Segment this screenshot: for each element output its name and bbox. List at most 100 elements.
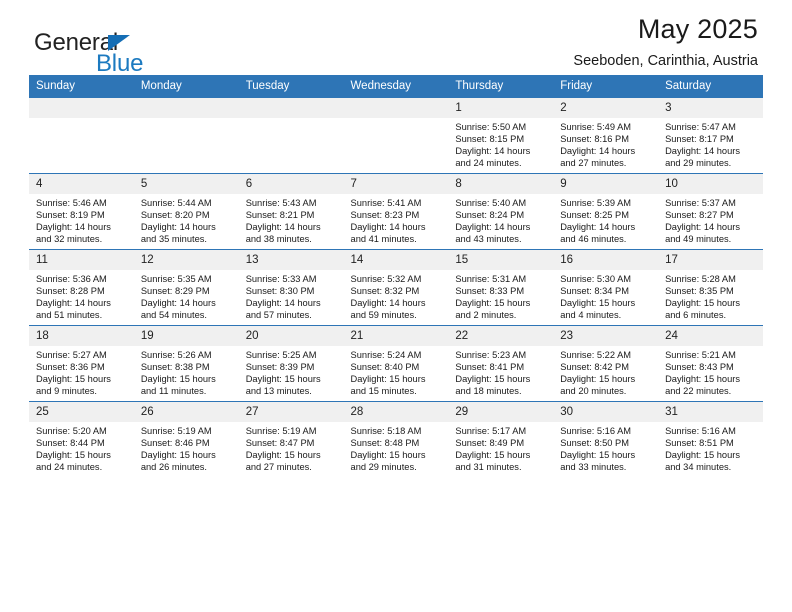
- day-cell[interactable]: 30 Sunrise: 5:16 AM Sunset: 8:50 PM Dayl…: [553, 401, 659, 477]
- daylight-text-line2: and 59 minutes.: [350, 310, 417, 321]
- day-info: Sunrise: 5:33 AM Sunset: 8:30 PM Dayligh…: [239, 270, 344, 321]
- day-cell[interactable]: 3 Sunrise: 5:47 AM Sunset: 8:17 PM Dayli…: [658, 97, 763, 174]
- sunrise-text: Sunrise: 5:28 AM: [665, 274, 736, 284]
- brand-logo[interactable]: General Blue: [34, 30, 264, 80]
- day-number: 26: [133, 402, 239, 422]
- day-cell[interactable]: 24 Sunrise: 5:21 AM Sunset: 8:43 PM Dayl…: [658, 325, 763, 402]
- sunrise-text: Sunrise: 5:16 AM: [560, 426, 632, 436]
- day-info: Sunrise: 5:31 AM Sunset: 8:33 PM Dayligh…: [448, 270, 553, 321]
- daylight-text-line2: and 13 minutes.: [245, 386, 312, 397]
- day-info: Sunrise: 5:47 AM Sunset: 8:17 PM Dayligh…: [658, 118, 763, 169]
- day-cell[interactable]: 13 Sunrise: 5:33 AM Sunset: 8:30 PM Dayl…: [238, 249, 344, 326]
- day-cell[interactable]: 11 Sunrise: 5:36 AM Sunset: 8:28 PM Dayl…: [29, 249, 134, 326]
- daylight-text-line1: Daylight: 15 hours: [140, 450, 216, 461]
- day-info: Sunrise: 5:22 AM Sunset: 8:42 PM Dayligh…: [553, 346, 658, 397]
- day-cell[interactable]: 7 Sunrise: 5:41 AM Sunset: 8:23 PM Dayli…: [343, 173, 449, 250]
- day-number: 24: [658, 326, 763, 346]
- sunrise-text: Sunrise: 5:32 AM: [350, 274, 422, 284]
- day-cell[interactable]: 5 Sunrise: 5:44 AM Sunset: 8:20 PM Dayli…: [133, 173, 239, 250]
- sunset-text: Sunset: 8:35 PM: [665, 286, 734, 297]
- daylight-text-line2: and 49 minutes.: [665, 234, 732, 245]
- day-cell[interactable]: 23 Sunrise: 5:22 AM Sunset: 8:42 PM Dayl…: [553, 325, 659, 402]
- day-number: 27: [238, 402, 344, 422]
- day-cell[interactable]: 10 Sunrise: 5:37 AM Sunset: 8:27 PM Dayl…: [658, 173, 763, 250]
- day-number: 15: [448, 250, 554, 270]
- sunrise-text: Sunrise: 5:40 AM: [455, 198, 527, 208]
- title-block: May 2025 Seeboden, Carinthia, Austria: [573, 12, 758, 72]
- day-info: Sunrise: 5:19 AM Sunset: 8:47 PM Dayligh…: [239, 422, 344, 473]
- day-cell[interactable]: 1 Sunrise: 5:50 AM Sunset: 8:15 PM Dayli…: [448, 97, 554, 174]
- sunrise-text: Sunrise: 5:25 AM: [245, 350, 317, 360]
- day-number: 11: [29, 250, 134, 270]
- sunset-text: Sunset: 8:47 PM: [245, 438, 315, 449]
- day-cell[interactable]: 9 Sunrise: 5:39 AM Sunset: 8:25 PM Dayli…: [553, 173, 659, 250]
- day-cell[interactable]: [343, 97, 449, 174]
- sunset-text: Sunset: 8:32 PM: [350, 286, 420, 297]
- day-cell[interactable]: 25 Sunrise: 5:20 AM Sunset: 8:44 PM Dayl…: [29, 401, 134, 477]
- sunset-text: Sunset: 8:49 PM: [455, 438, 525, 449]
- weekday-header-wednesday: Wednesday: [343, 75, 449, 98]
- sunset-text: Sunset: 8:19 PM: [36, 210, 105, 221]
- day-cell[interactable]: [238, 97, 344, 174]
- day-cell[interactable]: [133, 97, 239, 174]
- day-info: Sunrise: 5:27 AM Sunset: 8:36 PM Dayligh…: [29, 346, 134, 397]
- day-cell[interactable]: 19 Sunrise: 5:26 AM Sunset: 8:38 PM Dayl…: [133, 325, 239, 402]
- daylight-text-line2: and 24 minutes.: [455, 158, 522, 169]
- sunrise-text: Sunrise: 5:49 AM: [560, 122, 632, 132]
- day-cell[interactable]: 15 Sunrise: 5:31 AM Sunset: 8:33 PM Dayl…: [448, 249, 554, 326]
- daylight-text-line2: and 32 minutes.: [36, 234, 103, 245]
- daylight-text-line2: and 15 minutes.: [350, 386, 417, 397]
- day-info: Sunrise: 5:39 AM Sunset: 8:25 PM Dayligh…: [553, 194, 658, 245]
- sunset-text: Sunset: 8:34 PM: [560, 286, 629, 297]
- day-cell[interactable]: 8 Sunrise: 5:40 AM Sunset: 8:24 PM Dayli…: [448, 173, 554, 250]
- day-cell[interactable]: 20 Sunrise: 5:25 AM Sunset: 8:39 PM Dayl…: [238, 325, 344, 402]
- day-cell[interactable]: 18 Sunrise: 5:27 AM Sunset: 8:36 PM Dayl…: [29, 325, 134, 402]
- day-number: 18: [29, 326, 134, 346]
- day-cell[interactable]: 29 Sunrise: 5:17 AM Sunset: 8:49 PM Dayl…: [448, 401, 554, 477]
- day-cell[interactable]: 2 Sunrise: 5:49 AM Sunset: 8:16 PM Dayli…: [553, 97, 659, 174]
- day-cell[interactable]: 17 Sunrise: 5:28 AM Sunset: 8:35 PM Dayl…: [658, 249, 763, 326]
- daylight-text-line1: Daylight: 15 hours: [36, 450, 111, 461]
- day-number: 13: [238, 250, 344, 270]
- daylight-text-line2: and 29 minutes.: [665, 158, 732, 169]
- day-cell[interactable]: 27 Sunrise: 5:19 AM Sunset: 8:47 PM Dayl…: [238, 401, 344, 477]
- day-cell[interactable]: 12 Sunrise: 5:35 AM Sunset: 8:29 PM Dayl…: [133, 249, 239, 326]
- day-cell[interactable]: 14 Sunrise: 5:32 AM Sunset: 8:32 PM Dayl…: [343, 249, 449, 326]
- day-cell[interactable]: [29, 97, 134, 174]
- calendar-grid: Sunday Monday Tuesday Wednesday Thursday…: [29, 75, 763, 477]
- day-cell[interactable]: 4 Sunrise: 5:46 AM Sunset: 8:19 PM Dayli…: [29, 173, 134, 250]
- day-number: 21: [343, 326, 449, 346]
- sunset-text: Sunset: 8:25 PM: [560, 210, 629, 221]
- sunset-text: Sunset: 8:27 PM: [665, 210, 734, 221]
- sunrise-text: Sunrise: 5:16 AM: [665, 426, 736, 436]
- daylight-text-line1: Daylight: 14 hours: [36, 222, 111, 233]
- sunset-text: Sunset: 8:15 PM: [455, 134, 525, 145]
- day-number: 14: [343, 250, 449, 270]
- day-number: 19: [133, 326, 239, 346]
- daylight-text-line2: and 20 minutes.: [560, 386, 627, 397]
- day-cell[interactable]: 6 Sunrise: 5:43 AM Sunset: 8:21 PM Dayli…: [238, 173, 344, 250]
- day-number: 22: [448, 326, 554, 346]
- daylight-text-line1: Daylight: 14 hours: [245, 222, 321, 233]
- sunrise-text: Sunrise: 5:18 AM: [350, 426, 422, 436]
- day-cell[interactable]: 26 Sunrise: 5:19 AM Sunset: 8:46 PM Dayl…: [133, 401, 239, 477]
- day-info: Sunrise: 5:35 AM Sunset: 8:29 PM Dayligh…: [134, 270, 239, 321]
- day-cell[interactable]: 31 Sunrise: 5:16 AM Sunset: 8:51 PM Dayl…: [658, 401, 763, 477]
- week-row: 18 Sunrise: 5:27 AM Sunset: 8:36 PM Dayl…: [29, 325, 763, 402]
- sunrise-text: Sunrise: 5:22 AM: [560, 350, 632, 360]
- sunset-text: Sunset: 8:28 PM: [36, 286, 105, 297]
- sunset-text: Sunset: 8:29 PM: [140, 286, 210, 297]
- daylight-text-line2: and 38 minutes.: [245, 234, 312, 245]
- daylight-text-line1: Daylight: 15 hours: [560, 298, 636, 309]
- day-cell[interactable]: 16 Sunrise: 5:30 AM Sunset: 8:34 PM Dayl…: [553, 249, 659, 326]
- day-cell[interactable]: 28 Sunrise: 5:18 AM Sunset: 8:48 PM Dayl…: [343, 401, 449, 477]
- day-cell[interactable]: 22 Sunrise: 5:23 AM Sunset: 8:41 PM Dayl…: [448, 325, 554, 402]
- calendar-page: General Blue May 2025 Seeboden, Carinthi…: [0, 0, 792, 612]
- day-cell[interactable]: 21 Sunrise: 5:24 AM Sunset: 8:40 PM Dayl…: [343, 325, 449, 402]
- sunset-text: Sunset: 8:24 PM: [455, 210, 525, 221]
- day-number: 29: [448, 402, 554, 422]
- daylight-text-line1: Daylight: 15 hours: [665, 298, 740, 309]
- daylight-text-line1: Daylight: 14 hours: [455, 146, 531, 157]
- day-number: 16: [553, 250, 659, 270]
- day-info: Sunrise: 5:19 AM Sunset: 8:46 PM Dayligh…: [134, 422, 239, 473]
